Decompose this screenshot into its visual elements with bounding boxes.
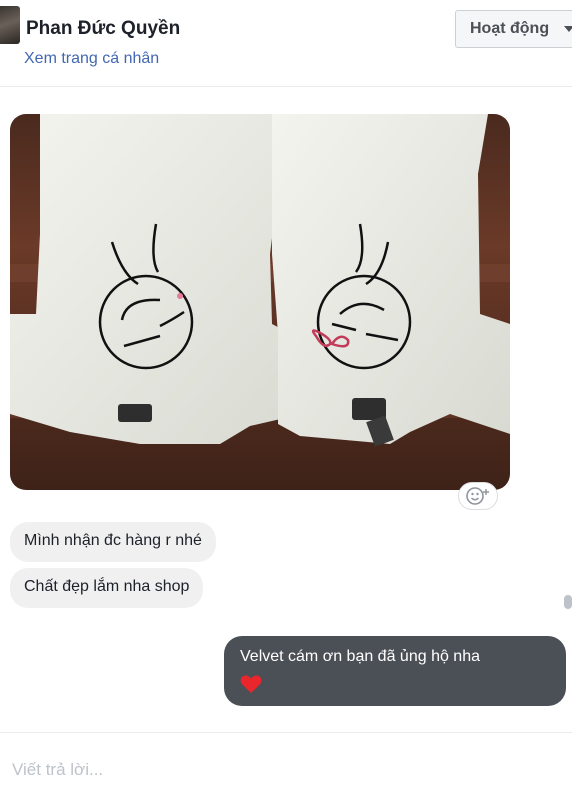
outgoing-message-text: Velvet cám ơn bạn đã ủng hộ nha xyxy=(240,648,480,665)
heart-icon xyxy=(240,675,262,693)
smiley-plus-icon xyxy=(466,487,489,505)
chevron-down-icon xyxy=(564,26,572,32)
incoming-message[interactable]: Mình nhận đc hàng r nhé xyxy=(10,522,216,562)
avatar[interactable] xyxy=(0,6,20,44)
reply-input[interactable] xyxy=(0,748,560,792)
view-profile-link[interactable]: Xem trang cá nhân xyxy=(24,50,159,68)
incoming-message[interactable]: Chất đẹp lắm nha shop xyxy=(10,568,204,608)
shared-photo[interactable] xyxy=(10,114,510,490)
status-label: Hoạt động xyxy=(470,20,550,37)
conversation-header: Phan Đức Quyền Xem trang cá nhân Hoạt độ… xyxy=(0,0,572,87)
scrollbar-thumb[interactable] xyxy=(564,595,572,609)
outgoing-message[interactable]: Velvet cám ơn bạn đã ủng hộ nha xyxy=(224,636,566,706)
status-dropdown-button[interactable]: Hoạt động xyxy=(455,10,572,48)
divider xyxy=(0,732,572,733)
react-button[interactable] xyxy=(458,482,498,510)
tshirts-photo xyxy=(10,114,510,490)
contact-name[interactable]: Phan Đức Quyền xyxy=(26,18,180,40)
